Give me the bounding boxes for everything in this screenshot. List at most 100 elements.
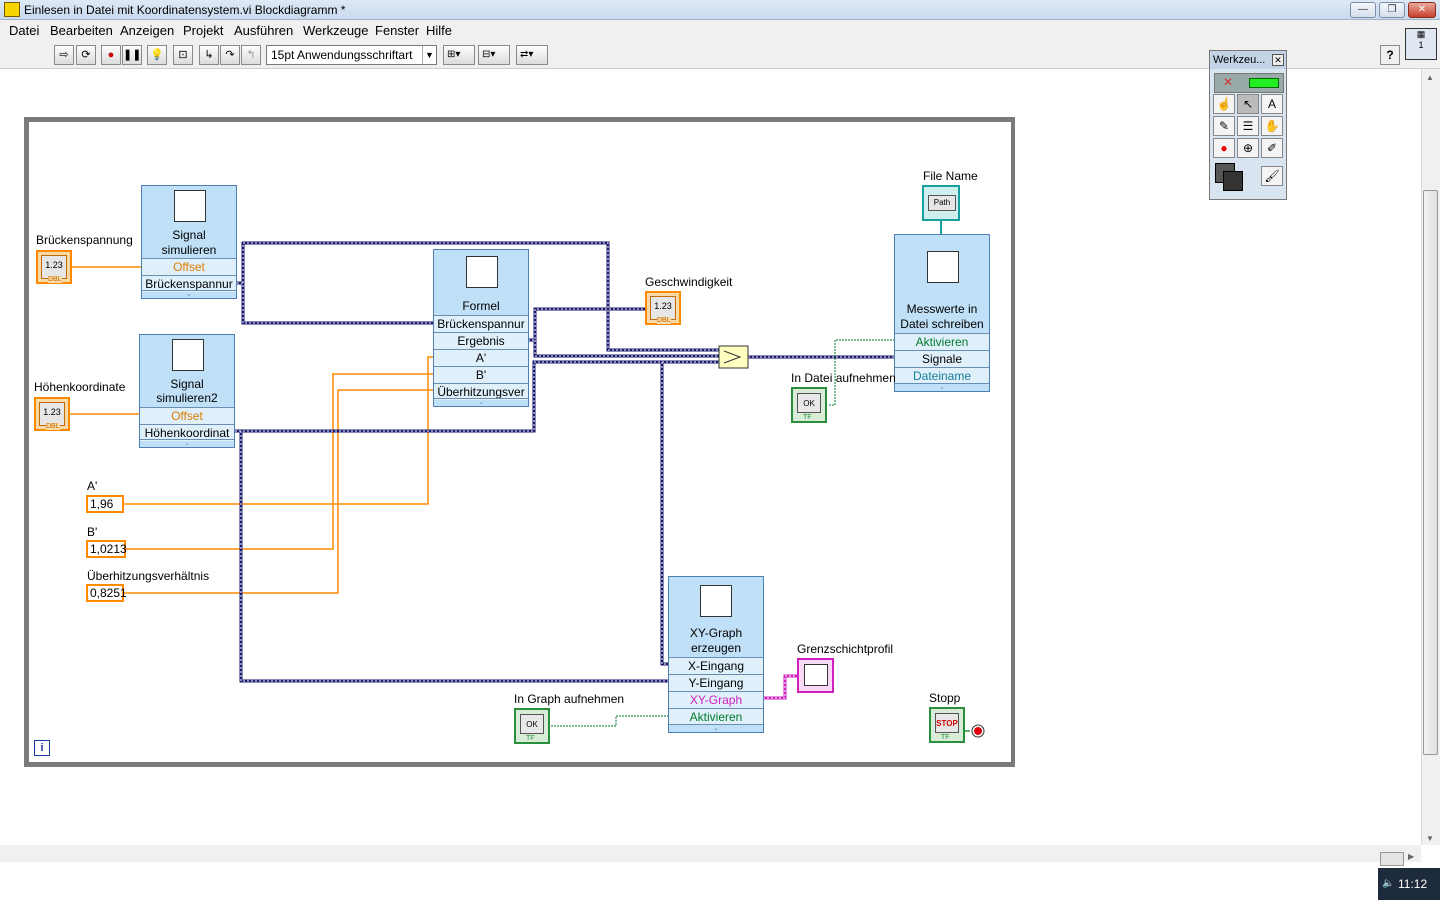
input-a[interactable]: A' bbox=[434, 349, 528, 366]
step-out-icon[interactable]: ↰ bbox=[241, 45, 261, 65]
close-button[interactable]: ✕ bbox=[1408, 2, 1436, 18]
menu-anzeigen[interactable]: Anzeigen bbox=[120, 23, 174, 38]
loop-iteration-terminal[interactable]: i bbox=[34, 740, 50, 756]
menu-datei[interactable]: Datei bbox=[9, 23, 39, 38]
tools-palette[interactable]: Werkzeu... ✕ ✕ ☝ ↖ A ✎ ☰ ✋ ● ⊕ ✐ 🖌 bbox=[1209, 50, 1287, 200]
output-xy-graph[interactable]: XY-Graph bbox=[669, 691, 763, 708]
input-signale[interactable]: Signale bbox=[895, 350, 989, 367]
vi-name-line1: Signal bbox=[172, 228, 206, 242]
expand-handle-icon[interactable]: ⌄ bbox=[669, 724, 763, 732]
file-name-terminal[interactable]: Path bbox=[922, 185, 960, 221]
vi-icon: ▦ 1 bbox=[1405, 28, 1437, 60]
path-icon: Path bbox=[928, 195, 956, 211]
close-icon[interactable]: ✕ bbox=[1272, 54, 1284, 66]
distribute-objects-dropdown[interactable]: ⊟▾ bbox=[478, 45, 510, 65]
abort-icon[interactable]: ● bbox=[101, 45, 121, 65]
auto-tool-selector[interactable]: ✕ bbox=[1214, 73, 1284, 93]
scroll-down-icon[interactable]: ▼ bbox=[1426, 834, 1434, 843]
breakpoint-icon[interactable]: ● bbox=[1213, 138, 1235, 158]
xy-graph-erzeugen-vi[interactable]: XY-Graph erzeugen X-Eingang Y-Eingang XY… bbox=[668, 576, 764, 733]
vi-name-line2: simulieren bbox=[161, 243, 217, 257]
stopp-terminal[interactable]: STOP TF bbox=[929, 707, 965, 743]
operate-hand-icon[interactable]: ☝ bbox=[1213, 94, 1235, 114]
step-over-icon[interactable]: ↷ bbox=[220, 45, 240, 65]
probe-icon[interactable]: ⊕ bbox=[1237, 138, 1259, 158]
dbl-tag: DBL bbox=[46, 423, 60, 430]
hoehenkoordinate-terminal[interactable]: 1.23 DBL bbox=[34, 397, 70, 431]
speaker-icon[interactable]: 🔈 bbox=[1382, 868, 1394, 900]
pause-icon[interactable]: ❚❚ bbox=[122, 45, 142, 65]
scroll-up-icon[interactable]: ▲ bbox=[1426, 73, 1434, 82]
paint-brush-icon[interactable]: 🖌 bbox=[1261, 166, 1283, 186]
palette-title: Werkzeu... ✕ bbox=[1210, 51, 1286, 69]
brueckenspannung-terminal[interactable]: 1.23 DBL bbox=[36, 250, 72, 284]
input-aktivieren[interactable]: Aktivieren bbox=[895, 333, 989, 350]
input-brueckenspannung[interactable]: Brückenspannur bbox=[434, 315, 528, 332]
expand-handle-icon[interactable]: ⌄ bbox=[142, 290, 236, 298]
maximize-button[interactable]: ❐ bbox=[1379, 2, 1405, 18]
palette-title-text: Werkzeu... bbox=[1213, 54, 1266, 66]
scroll-hand-icon[interactable]: ✋ bbox=[1261, 116, 1283, 136]
input-x[interactable]: X-Eingang bbox=[669, 657, 763, 674]
messwerte-schreiben-vi[interactable]: Messwerte in Datei schreiben Aktivieren … bbox=[894, 234, 990, 392]
scroll-right-icon[interactable]: ▶ bbox=[1408, 852, 1414, 861]
signal-simulieren-vi[interactable]: Signal simulieren Offset Brückenspannur … bbox=[141, 185, 237, 299]
menu-projekt[interactable]: Projekt bbox=[183, 23, 223, 38]
menu-werkzeuge[interactable]: Werkzeuge bbox=[303, 23, 369, 38]
calculator-icon bbox=[466, 256, 498, 288]
input-aktivieren[interactable]: Aktivieren bbox=[669, 708, 763, 725]
position-arrow-icon[interactable]: ↖ bbox=[1237, 94, 1259, 114]
offset-terminal[interactable]: Offset bbox=[140, 407, 234, 424]
context-help-button[interactable]: ? bbox=[1380, 45, 1400, 65]
horizontal-scrollbar[interactable] bbox=[0, 845, 1421, 862]
ue-constant[interactable]: 0,8251 bbox=[86, 584, 127, 602]
align-objects-dropdown[interactable]: ⊞▾ bbox=[443, 45, 475, 65]
menu-fenster[interactable]: Fenster bbox=[375, 23, 419, 38]
shortcut-menu-icon[interactable]: ☰ bbox=[1237, 116, 1259, 136]
wiring-spool-icon[interactable]: ✎ bbox=[1213, 116, 1235, 136]
stopp-label: Stopp bbox=[929, 691, 961, 705]
b-label: B' bbox=[87, 525, 98, 539]
expand-handle-icon[interactable]: ⌄ bbox=[434, 398, 528, 406]
a-constant[interactable]: 1,96 bbox=[86, 495, 124, 513]
highlight-execution-icon[interactable]: 💡 bbox=[147, 45, 167, 65]
menu-hilfe[interactable]: Hilfe bbox=[426, 23, 452, 38]
run-arrow-icon[interactable]: ⇨ bbox=[54, 45, 74, 65]
menu-bearbeiten[interactable]: Bearbeiten bbox=[50, 23, 113, 38]
vertical-scroll-thumb[interactable] bbox=[1423, 190, 1438, 755]
dbl-tag: DBL bbox=[48, 276, 62, 283]
input-y[interactable]: Y-Eingang bbox=[669, 674, 763, 691]
in-datei-label: In Datei aufnehmen bbox=[791, 371, 896, 385]
retain-wire-values-icon[interactable]: ⊡ bbox=[173, 45, 193, 65]
input-b[interactable]: B' bbox=[434, 366, 528, 383]
taskbar-tray: 🔈 11:12 bbox=[1378, 868, 1440, 900]
signal-simulieren2-vi[interactable]: Signal simulieren2 Offset Höhenkoordinat… bbox=[139, 334, 235, 448]
expand-handle-icon[interactable]: ⌄ bbox=[895, 383, 989, 391]
grenzschicht-terminal[interactable] bbox=[797, 658, 834, 693]
input-dateiname[interactable]: Dateiname bbox=[895, 367, 989, 384]
b-constant[interactable]: 1,0213 bbox=[86, 540, 127, 558]
edit-text-icon[interactable]: A bbox=[1261, 94, 1283, 114]
window-title: Einlesen in Datei mit Koordinatensystem.… bbox=[24, 3, 346, 17]
get-color-icon[interactable]: ✐ bbox=[1261, 138, 1283, 158]
reorder-dropdown[interactable]: ⇄▾ bbox=[516, 45, 548, 65]
run-continuously-icon[interactable]: ⟳ bbox=[76, 45, 96, 65]
minimize-button[interactable]: — bbox=[1350, 2, 1376, 18]
offset-terminal[interactable]: Offset bbox=[142, 258, 236, 275]
in-graph-terminal[interactable]: OK TF bbox=[514, 708, 550, 744]
set-color-icon[interactable] bbox=[1215, 163, 1243, 191]
expand-handle-icon[interactable]: ⌄ bbox=[140, 439, 234, 447]
vi-name-line1: Signal bbox=[170, 377, 204, 391]
output-ergebnis[interactable]: Ergebnis bbox=[434, 332, 528, 349]
a-label: A' bbox=[87, 479, 98, 493]
horizontal-scroll-thumb[interactable] bbox=[1380, 852, 1404, 866]
chevron-down-icon: ▼ bbox=[422, 46, 436, 64]
clock[interactable]: 11:12 bbox=[1398, 877, 1427, 891]
in-datei-terminal[interactable]: OK TF bbox=[791, 387, 827, 423]
font-select[interactable]: 15pt Anwendungsschriftart ▼ bbox=[266, 45, 437, 65]
formel-vi[interactable]: Formel Brückenspannur Ergebnis A' B' Übe… bbox=[433, 249, 529, 407]
step-into-icon[interactable]: ↳ bbox=[199, 45, 219, 65]
geschwindigkeit-terminal[interactable]: 1.23 DBL bbox=[645, 291, 681, 325]
grenzschicht-label: Grenzschichtprofil bbox=[797, 642, 894, 656]
menu-ausfuehren[interactable]: Ausführen bbox=[234, 23, 293, 38]
